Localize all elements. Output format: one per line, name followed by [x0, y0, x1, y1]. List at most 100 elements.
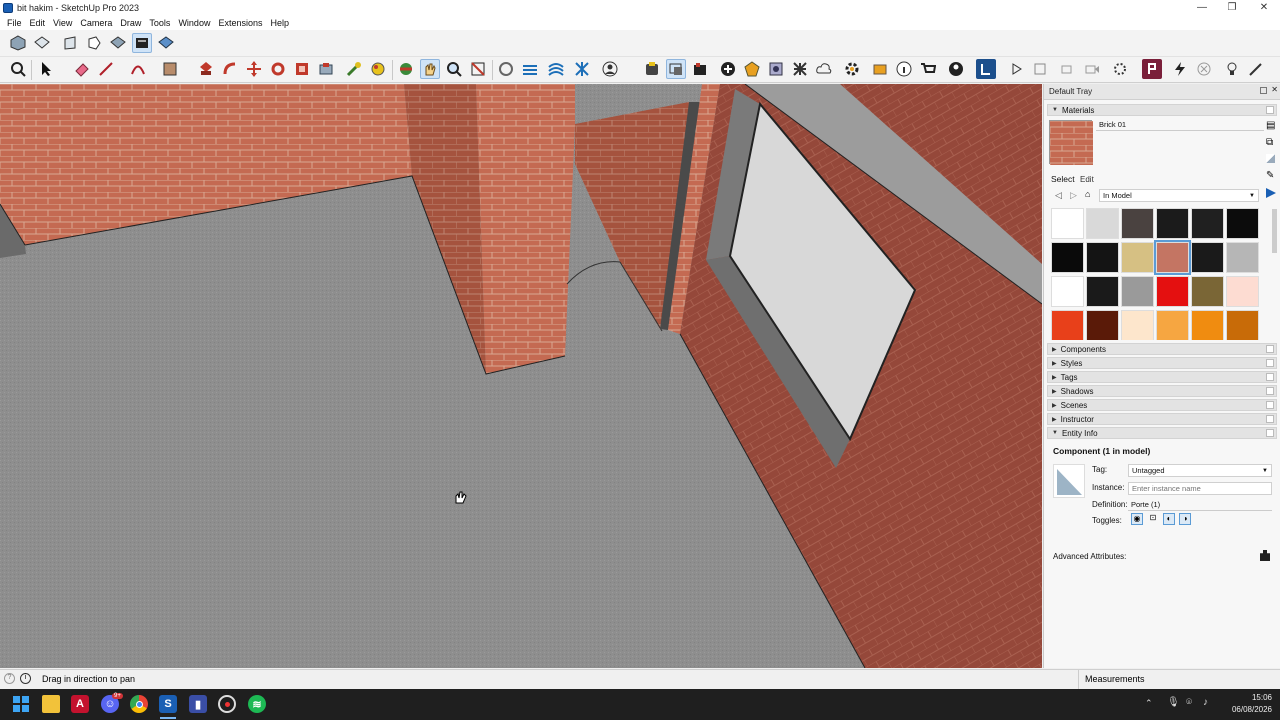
section-plane-icon[interactable]	[496, 59, 516, 79]
material-swatch[interactable]	[1226, 242, 1259, 273]
material-swatch[interactable]	[1051, 242, 1084, 273]
details-arrow-icon[interactable]	[1266, 188, 1276, 198]
menu-camera[interactable]: Camera	[76, 18, 116, 28]
folder-icon[interactable]	[870, 59, 890, 79]
minimize-button[interactable]: —	[1186, 0, 1218, 15]
orbit-tool-icon[interactable]	[396, 59, 416, 79]
home-icon[interactable]: ⌂	[1085, 189, 1090, 199]
material-swatch[interactable]	[1156, 310, 1189, 340]
material-swatch[interactable]	[1051, 208, 1084, 239]
menu-draw[interactable]: Draw	[116, 18, 145, 28]
back-arrow-icon[interactable]: ◁	[1055, 190, 1062, 201]
back-view-icon[interactable]	[108, 33, 128, 53]
geo-location-icon[interactable]	[742, 59, 762, 79]
play-icon[interactable]	[1006, 59, 1026, 79]
cast-shadows-icon[interactable]: ◑	[1179, 513, 1191, 525]
measurements-input[interactable]	[1155, 672, 1275, 686]
material-swatch[interactable]	[1154, 240, 1191, 275]
material-swatch[interactable]	[1156, 276, 1189, 307]
microphone-icon[interactable]: 🎙	[1167, 697, 1180, 708]
volume-icon[interactable]: ♪	[1203, 697, 1208, 708]
app-icon[interactable]: ▮	[189, 695, 207, 713]
extension-manager-icon[interactable]	[642, 59, 662, 79]
material-swatch[interactable]	[1226, 310, 1259, 340]
create-material-icon[interactable]: ⧉	[1266, 137, 1273, 148]
material-swatch[interactable]	[1226, 208, 1259, 239]
account-icon[interactable]	[600, 59, 620, 79]
swatch-scrollbar[interactable]	[1272, 209, 1277, 253]
tab-edit[interactable]: Edit	[1080, 175, 1094, 184]
cloud-icon[interactable]	[814, 59, 834, 79]
from-scratch-icon[interactable]	[572, 59, 592, 79]
zoom-window-icon[interactable]	[468, 59, 488, 79]
material-swatch[interactable]	[1086, 242, 1119, 273]
tray-overflow-icon[interactable]: ⌃	[1145, 698, 1153, 709]
visibility-toggle-icon[interactable]: ◉	[1131, 513, 1143, 525]
model-viewport[interactable]	[0, 84, 1042, 668]
move-tool-icon[interactable]	[244, 59, 264, 79]
arc-tool-icon[interactable]	[128, 59, 148, 79]
clock-time[interactable]: 15:06	[1222, 693, 1272, 702]
profile-icon[interactable]	[946, 59, 966, 79]
materials-header[interactable]: ▼ Materials	[1047, 104, 1277, 116]
default-material-icon[interactable]	[1266, 154, 1275, 163]
spotify-icon[interactable]: ≋	[248, 695, 266, 713]
settings-gear-icon[interactable]	[842, 59, 862, 79]
zoom-extents-icon[interactable]	[8, 59, 28, 79]
sandbox-tool-icon[interactable]	[520, 59, 540, 79]
photo-textures-icon[interactable]	[766, 59, 786, 79]
layout-send-icon[interactable]	[666, 59, 686, 79]
instance-name-input[interactable]	[1128, 482, 1272, 495]
instructor-info-icon[interactable]: i	[20, 673, 31, 684]
line-tool-icon[interactable]	[96, 59, 116, 79]
obs-icon[interactable]	[218, 695, 236, 713]
camera-record-icon[interactable]	[1058, 59, 1078, 79]
tray-pin-icon[interactable]	[1260, 87, 1267, 94]
chrome-icon[interactable]	[130, 695, 148, 713]
rectangle-tool-icon[interactable]	[160, 59, 180, 79]
plugin-brand-icon[interactable]	[1142, 59, 1162, 79]
bottom-view-icon[interactable]	[156, 33, 176, 53]
eraser-tool-icon[interactable]	[72, 59, 92, 79]
paint-bucket-tool-icon[interactable]	[368, 59, 388, 79]
cart-icon[interactable]	[918, 59, 938, 79]
definition-field[interactable]: Porte (1)	[1128, 498, 1272, 511]
tab-select[interactable]: Select	[1051, 174, 1075, 184]
maximize-button[interactable]: ❐	[1216, 0, 1248, 15]
tray-close-icon[interactable]: ✕	[1271, 85, 1278, 94]
material-swatch[interactable]	[1086, 310, 1119, 340]
left-view-icon[interactable]	[132, 33, 152, 53]
video-icon[interactable]	[1082, 59, 1102, 79]
windows-start-icon[interactable]	[12, 695, 30, 713]
menu-view[interactable]: View	[49, 18, 76, 28]
material-swatch[interactable]	[1051, 276, 1084, 307]
front-view-icon[interactable]	[60, 33, 80, 53]
material-swatch[interactable]	[1226, 276, 1259, 307]
file-explorer-icon[interactable]	[42, 695, 60, 713]
eyedropper-icon[interactable]: ✎	[1266, 170, 1274, 181]
components-header[interactable]: ▶ Components	[1047, 343, 1277, 355]
material-swatch[interactable]	[1121, 310, 1154, 340]
sample-paint-icon[interactable]: ▤	[1266, 120, 1275, 131]
follow-me-tool-icon[interactable]	[220, 59, 240, 79]
material-swatch[interactable]	[1086, 276, 1119, 307]
tag-select[interactable]: Untagged ▼	[1128, 464, 1272, 477]
lightbulb-icon[interactable]	[1222, 59, 1242, 79]
sketchup-taskbar-icon[interactable]: S	[159, 695, 177, 713]
library-select[interactable]: In Model ▼	[1099, 189, 1259, 202]
material-swatch[interactable]	[1191, 208, 1224, 239]
stop-icon[interactable]	[1030, 59, 1050, 79]
cancel-circle-icon[interactable]	[1194, 59, 1214, 79]
menu-window[interactable]: Window	[174, 18, 214, 28]
menu-edit[interactable]: Edit	[26, 18, 50, 28]
menu-tools[interactable]: Tools	[145, 18, 174, 28]
select-tool-icon[interactable]	[36, 59, 56, 79]
instructor-header[interactable]: ▶ Instructor	[1047, 413, 1277, 425]
menu-extensions[interactable]: Extensions	[214, 18, 266, 28]
push-pull-tool-icon[interactable]	[196, 59, 216, 79]
add-location-icon[interactable]	[718, 59, 738, 79]
entity-info-header[interactable]: ▼ Entity Info	[1047, 427, 1277, 439]
iso-view-icon[interactable]	[8, 33, 28, 53]
offset-tool-icon[interactable]	[316, 59, 336, 79]
styles-header[interactable]: ▶ Styles	[1047, 357, 1277, 369]
